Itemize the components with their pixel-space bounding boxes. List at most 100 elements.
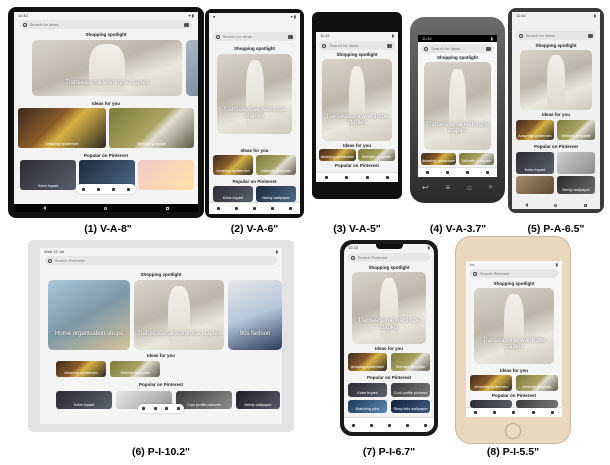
home-icon[interactable] (474, 411, 478, 414)
search-input[interactable]: Search for ideas (212, 32, 297, 41)
popular-card[interactable]: Nerdy wallpaper (256, 186, 296, 202)
popular-card[interactable]: Kobe bryant (56, 391, 112, 409)
popular-card[interactable] (516, 176, 554, 194)
search-icon[interactable] (345, 176, 349, 179)
idea-card[interactable]: Website template (557, 120, 595, 140)
search-icon[interactable] (369, 423, 373, 427)
popular-card[interactable]: Nerdy wallpaper (557, 176, 595, 194)
idea-card[interactable]: Website template (459, 153, 494, 165)
search-input[interactable]: Search for ideas (515, 31, 597, 40)
menu-icon[interactable]: ≡ (445, 183, 450, 192)
popular-card[interactable] (516, 400, 558, 408)
popular-card[interactable]: Cool profile pictures (176, 391, 232, 409)
popular-card[interactable]: Kobe bryant (516, 152, 554, 174)
popular-card[interactable]: Cool profile pictures (391, 383, 430, 397)
popular-card[interactable] (138, 160, 194, 190)
spotlight-card[interactable]: Transeasonal wardrobe staples (424, 62, 491, 150)
chat-icon[interactable] (271, 207, 275, 210)
idea-card[interactable]: Website template (358, 149, 395, 161)
idea-card[interactable]: Website template (110, 361, 160, 377)
search-icon[interactable] (493, 411, 497, 414)
idea-card[interactable]: Website template (109, 108, 194, 148)
popular-card[interactable]: Kobe bryant (348, 383, 387, 397)
plus-icon[interactable] (387, 423, 391, 427)
recents-icon[interactable] (583, 203, 587, 207)
idea-card[interactable]: Amazing spidermen (348, 353, 387, 371)
home-icon[interactable] (426, 171, 430, 174)
camera-icon[interactable] (288, 34, 294, 39)
popular-card[interactable]: Nerdy wallpaper (236, 391, 280, 409)
idea-card[interactable]: Amazing spidermen (319, 149, 356, 161)
search-icon[interactable] (446, 171, 450, 174)
camera-icon[interactable] (588, 33, 594, 38)
chat-icon[interactable] (405, 423, 409, 427)
chat-icon[interactable] (531, 411, 535, 414)
chat-icon[interactable] (365, 176, 369, 179)
home-icon[interactable] (216, 207, 220, 210)
profile-icon[interactable] (127, 187, 130, 191)
home-icon[interactable] (351, 423, 355, 427)
chat-icon[interactable] (465, 171, 469, 174)
plus-icon[interactable] (512, 411, 516, 414)
popular-card[interactable]: Matching pfps (348, 400, 387, 413)
popular-card[interactable]: Kobe bryant (20, 160, 76, 190)
idea-card[interactable]: Website template (391, 353, 430, 371)
spotlight-card[interactable] (520, 50, 592, 110)
search-icon[interactable] (153, 407, 157, 410)
idea-card[interactable]: Amazing spidermen (56, 361, 106, 377)
spotlight-card[interactable]: Transeasonal wardrobe staples (217, 54, 292, 134)
spotlight-card-left[interactable]: Home organisation shops (48, 280, 130, 350)
search-icon (47, 258, 52, 263)
idea-card[interactable]: Amazing spidermen (516, 120, 554, 140)
back-icon[interactable] (43, 206, 47, 210)
profile-icon[interactable] (176, 407, 180, 410)
recents-icon[interactable] (165, 206, 169, 210)
search-input[interactable]: Search for ideas (19, 20, 193, 29)
profile-icon[interactable] (485, 171, 489, 174)
chat-icon[interactable] (165, 407, 169, 410)
home-icon[interactable] (142, 407, 146, 410)
popular-card[interactable] (557, 152, 595, 174)
idea-card[interactable]: Amazing spidermen (213, 155, 253, 175)
back-icon[interactable] (525, 203, 529, 207)
home-icon[interactable] (324, 176, 328, 179)
profile-icon[interactable] (289, 207, 293, 210)
idea-card[interactable]: Amazing spidermen (18, 108, 106, 148)
search-icon[interactable] (234, 207, 238, 210)
idea-card[interactable]: Amazing spidermen (421, 153, 456, 165)
search-icon[interactable]: ⌕ (489, 182, 493, 192)
search-input[interactable]: Search Pinterest (44, 256, 278, 265)
search-input[interactable]: Search for ideas (319, 41, 395, 50)
popular-card[interactable]: Stray kids wallpaper (391, 400, 430, 413)
spotlight-next-card[interactable] (186, 40, 198, 96)
home-icon[interactable] (82, 187, 85, 191)
search-input[interactable]: Search for ideas (421, 44, 494, 53)
spotlight-card-right[interactable]: 90s fashion (228, 280, 282, 350)
popular-card[interactable] (470, 400, 512, 408)
profile-icon[interactable] (550, 411, 554, 414)
home-button-icon[interactable] (104, 206, 108, 210)
camera-icon[interactable] (184, 22, 190, 27)
home-button[interactable] (505, 423, 521, 439)
spotlight-card[interactable]: Transeasonal wardrobe staples (32, 40, 182, 96)
idea-card[interactable]: Amazing spidermen (470, 375, 512, 391)
camera-icon[interactable] (485, 46, 491, 51)
idea-card[interactable]: Website template (256, 155, 296, 175)
chat-icon[interactable] (112, 187, 115, 191)
plus-icon[interactable] (252, 207, 256, 210)
spotlight-card[interactable]: Transeasonal wardrobe staples (134, 280, 224, 350)
spotlight-card[interactable]: Transeasonal wardrobe staples (474, 288, 554, 364)
profile-icon[interactable] (386, 176, 390, 179)
search-input[interactable]: Search Pinterest (469, 269, 559, 278)
back-icon[interactable]: ↩ (422, 183, 429, 192)
popular-card[interactable]: Kobe bryant (213, 186, 253, 202)
home-button-icon[interactable]: ⌂ (467, 183, 472, 192)
idea-card[interactable]: Website template (516, 375, 558, 391)
profile-icon[interactable] (423, 423, 427, 427)
spotlight-card[interactable]: Transeasonal wardrobe staples (352, 272, 426, 344)
search-input[interactable]: Search Pinterest (347, 253, 431, 262)
home-button-icon[interactable] (554, 203, 558, 207)
spotlight-card[interactable]: Transeasonal wardrobe staples (322, 59, 392, 141)
camera-icon[interactable] (386, 43, 392, 48)
search-icon[interactable] (97, 187, 100, 191)
